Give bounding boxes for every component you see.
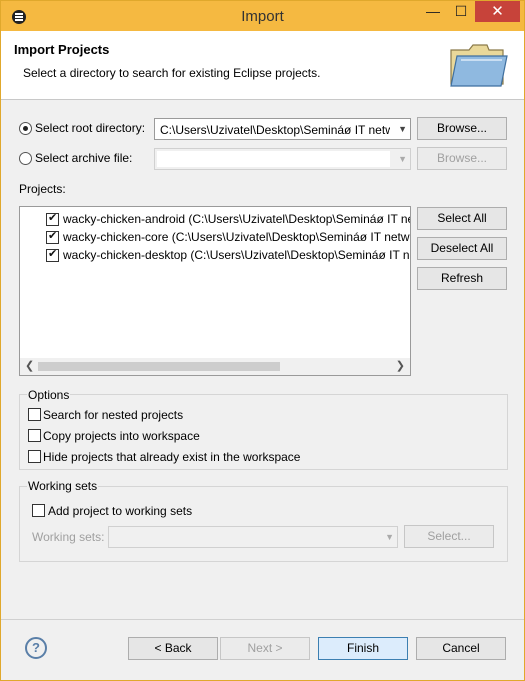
project-name: wacky-chicken-android (C:\Users\Uzivatel…: [63, 212, 410, 226]
project-checkbox[interactable]: [46, 229, 59, 244]
copy-projects-checkbox[interactable]: [28, 429, 41, 442]
working-sets-combo[interactable]: ▼: [108, 526, 398, 548]
scroll-left-icon[interactable]: ❮: [25, 359, 34, 372]
project-row[interactable]: wacky-chicken-android (C:\Users\Uzivatel…: [20, 210, 410, 228]
working-sets-select-button[interactable]: Select...: [404, 525, 494, 548]
add-working-sets-checkbox[interactable]: [32, 504, 45, 517]
archive-file-value: [157, 151, 390, 167]
refresh-button[interactable]: Refresh: [417, 267, 507, 290]
next-button[interactable]: Next >: [220, 637, 310, 660]
working-sets-field-label: Working sets:: [32, 530, 105, 544]
archive-file-combo[interactable]: ▼: [154, 148, 411, 170]
hide-existing-checkbox[interactable]: [28, 450, 41, 463]
hide-existing-label[interactable]: Hide projects that already exist in the …: [43, 450, 300, 464]
select-all-button[interactable]: Select All: [417, 207, 507, 230]
chevron-down-icon[interactable]: ▼: [398, 154, 407, 164]
maximize-button[interactable]: ☐: [447, 1, 475, 22]
working-sets-label: Working sets: [27, 479, 99, 493]
chevron-down-icon[interactable]: ▼: [385, 532, 394, 542]
copy-projects-label[interactable]: Copy projects into workspace: [43, 429, 200, 443]
working-sets-group: [19, 486, 508, 562]
root-directory-value: C:\Users\Uzivatel\Desktop\Semináø IT net…: [160, 123, 390, 137]
projects-list[interactable]: wacky-chicken-android (C:\Users\Uzivatel…: [19, 206, 411, 376]
nested-projects-label[interactable]: Search for nested projects: [43, 408, 183, 422]
help-icon[interactable]: ?: [25, 637, 47, 659]
cancel-button[interactable]: Cancel: [416, 637, 506, 660]
page-description: Select a directory to search for existin…: [23, 66, 321, 80]
root-directory-combo[interactable]: C:\Users\Uzivatel\Desktop\Semináø IT net…: [154, 118, 411, 140]
add-working-sets-label[interactable]: Add project to working sets: [48, 504, 192, 518]
back-button[interactable]: < Back: [128, 637, 218, 660]
browse-archive-button[interactable]: Browse...: [417, 147, 507, 170]
page-title: Import Projects: [14, 42, 110, 57]
chevron-down-icon[interactable]: ▼: [398, 124, 407, 134]
finish-button[interactable]: Finish: [318, 637, 408, 660]
deselect-all-button[interactable]: Deselect All: [417, 237, 507, 260]
archive-file-radio[interactable]: [19, 152, 32, 165]
project-checkbox[interactable]: [46, 247, 59, 262]
options-label: Options: [27, 388, 71, 402]
scroll-right-icon[interactable]: ❯: [396, 359, 405, 372]
project-name: wacky-chicken-core (C:\Users\Uzivatel\De…: [63, 230, 410, 244]
archive-file-label[interactable]: Select archive file:: [35, 151, 132, 165]
close-button[interactable]: ✕: [475, 1, 520, 22]
import-dialog: Import — ☐ ✕ Import Projects Select a di…: [0, 0, 525, 681]
project-row[interactable]: wacky-chicken-core (C:\Users\Uzivatel\De…: [20, 228, 410, 246]
scrollbar-thumb[interactable]: [38, 362, 280, 371]
folder-icon: [450, 44, 508, 87]
wizard-header: Import Projects Select a directory to se…: [1, 31, 524, 100]
footer-divider: [1, 619, 524, 620]
title-bar: Import — ☐ ✕: [1, 1, 524, 31]
project-row[interactable]: wacky-chicken-desktop (C:\Users\Uzivatel…: [20, 246, 410, 264]
minimize-button[interactable]: —: [419, 1, 447, 22]
project-checkbox[interactable]: [46, 211, 59, 226]
browse-root-button[interactable]: Browse...: [417, 117, 507, 140]
root-directory-radio[interactable]: [19, 122, 32, 135]
horizontal-scrollbar[interactable]: ❮ ❯: [20, 358, 410, 375]
project-name: wacky-chicken-desktop (C:\Users\Uzivatel…: [63, 248, 410, 262]
root-directory-label[interactable]: Select root directory:: [35, 121, 145, 135]
nested-projects-checkbox[interactable]: [28, 408, 41, 421]
projects-label: Projects:: [19, 182, 66, 196]
